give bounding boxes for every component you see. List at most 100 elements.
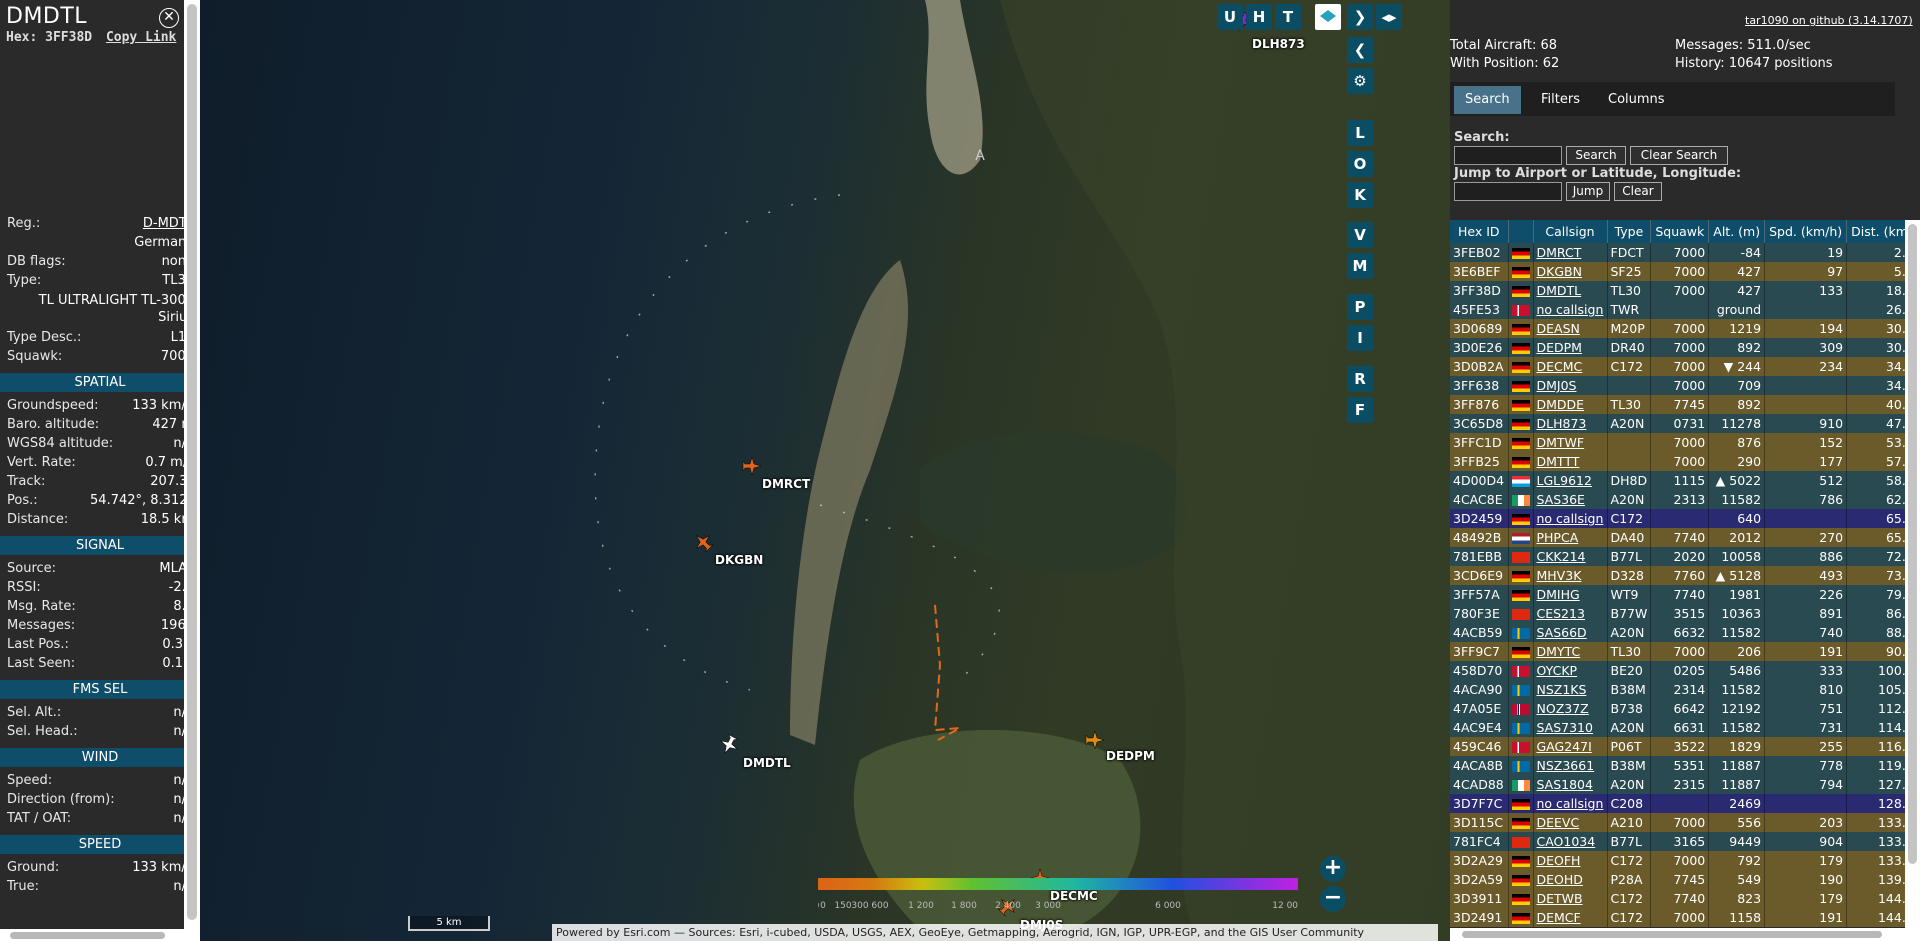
close-icon[interactable]: ✕	[159, 8, 179, 28]
table-row[interactable]: 3D3911DETWBC1727740823179144.3-16	[1450, 889, 1905, 908]
collapse-sidebar-icon[interactable]: ❯	[1347, 4, 1373, 30]
callsign-link[interactable]: DMTTT	[1533, 452, 1608, 471]
callsign-link[interactable]: DEASN	[1533, 319, 1608, 338]
table-row[interactable]: 3D2A29DEOFHC1727000792179133.8-9	[1450, 851, 1905, 870]
callsign-link[interactable]: no callsign	[1533, 300, 1608, 319]
table-row[interactable]: 3FF638DMJ0S700070934.3-4	[1450, 376, 1905, 395]
table-row[interactable]: 458D70OYCKPBE2002055486333100.1-15	[1450, 661, 1905, 680]
table-scroll-thumb[interactable]	[1908, 224, 1917, 864]
table-row[interactable]: 4ACA90NSZ1KSB38M231411582810105.9-2	[1450, 680, 1905, 699]
callsign-link[interactable]: SAS7310	[1533, 718, 1608, 737]
callsign-link[interactable]: DEOHD	[1533, 870, 1608, 889]
table-row[interactable]: 3FF38DDMDTLTL30700042713318.5-2	[1450, 281, 1905, 300]
button-k[interactable]: K	[1347, 182, 1373, 208]
zoom-in-button[interactable]: +	[1320, 856, 1346, 882]
table-row[interactable]: 3D2459no callsignC17264065.2-19	[1450, 509, 1905, 528]
callsign-link[interactable]: DLH873	[1533, 414, 1608, 433]
callsign-link[interactable]: LGL9612	[1533, 471, 1608, 490]
zoom-out-button[interactable]: −	[1320, 886, 1346, 912]
table-row[interactable]: 3C65D8DLH873A20N07311127891047.1-5	[1450, 414, 1905, 433]
callsign-link[interactable]: DMRCT	[1533, 243, 1608, 262]
aircraft-dkgbn-icon[interactable]	[690, 529, 715, 554]
callsign-link[interactable]: CAO1034	[1533, 832, 1608, 851]
clear-button[interactable]: Clear	[1614, 182, 1662, 201]
table-row[interactable]: 48492BPHPCADA407740201227065.8-16	[1450, 528, 1905, 547]
aircraft-dmdtl-icon[interactable]	[717, 733, 741, 757]
table-row[interactable]: 3D2491DEMCFC17270001158191144.7-15	[1450, 908, 1905, 927]
button-o[interactable]: O	[1347, 151, 1373, 177]
callsign-link[interactable]: DEMCF	[1533, 908, 1608, 927]
map-view[interactable]: A DMRCT DKGBN DMDTL DEDPM DECMC DMJ0S DL…	[200, 0, 1450, 941]
table-row[interactable]: 780F3ECES213B77W35151036389186.5-3	[1450, 604, 1905, 623]
table-row[interactable]: 3D0689DEASNM20P7000121919430.3-11	[1450, 319, 1905, 338]
table-row[interactable]: 4CAC8ESAS36EA20N23131158278662.2-3	[1450, 490, 1905, 509]
callsign-link[interactable]: DMDTL	[1533, 281, 1608, 300]
table-row[interactable]: 4ACA8BNSZ3661B38M535111887778119.4-11	[1450, 756, 1905, 775]
back-icon[interactable]: ❮	[1347, 37, 1373, 63]
sidebar-scroll-thumb[interactable]	[187, 4, 197, 920]
callsign-link[interactable]: MHV3K	[1533, 566, 1608, 585]
button-f[interactable]: F	[1347, 397, 1373, 423]
table-row[interactable]: 4ACB59SAS66DA20N66321158274088.1-8	[1450, 623, 1905, 642]
callsign-link[interactable]: PHPCA	[1533, 528, 1608, 547]
callsign-link[interactable]: no callsign	[1533, 794, 1608, 813]
callsign-link[interactable]: DMIHG	[1533, 585, 1608, 604]
column-header[interactable]: Type	[1607, 220, 1652, 243]
table-row[interactable]: 3FFB25DMTTT700029017757.0-17	[1450, 452, 1905, 471]
table-row[interactable]: 3D115CDEEVCA2107000556203133.0-17	[1450, 813, 1905, 832]
button-p[interactable]: P	[1347, 294, 1373, 320]
column-header[interactable]: Dist. (km)	[1846, 220, 1905, 243]
copy-link[interactable]: Copy Link	[106, 30, 176, 45]
table-row[interactable]: 3D7F7Cno callsignC2082469128.5-18	[1450, 794, 1905, 813]
callsign-link[interactable]: DEEVC	[1533, 813, 1608, 832]
table-row[interactable]: 3FF57ADMIHGWT97740198122679.1-12	[1450, 585, 1905, 604]
button-m[interactable]: M	[1347, 253, 1373, 279]
table-row[interactable]: 4AC9E4SAS7310A20N663111582731114.8-12	[1450, 718, 1905, 737]
table-row[interactable]: 459C46GAG247IP06T35221829255116.3-14	[1450, 737, 1905, 756]
layers-icon[interactable]	[1315, 4, 1341, 30]
callsign-link[interactable]: DEOFH	[1533, 851, 1608, 870]
table-row[interactable]: 3D0E26DEDPMDR40700089230930.8-7	[1450, 338, 1905, 357]
callsign-link[interactable]: SAS66D	[1533, 623, 1608, 642]
column-header[interactable]: Alt. (m)	[1708, 220, 1766, 243]
jump-button[interactable]: Jump	[1566, 182, 1610, 201]
callsign-link[interactable]: NSZ1KS	[1533, 680, 1608, 699]
callsign-link[interactable]: DETWB	[1533, 889, 1608, 908]
callsign-link[interactable]: CKK214	[1533, 547, 1608, 566]
table-row[interactable]: 3FFC1DDMTWF700087615253.0-13	[1450, 433, 1905, 452]
table-row[interactable]: 4D00D4LGL9612DH8D1115▲ 502251258.1-2	[1450, 471, 1905, 490]
table-row[interactable]: 3FF9C7DMYTCTL30700020619190.1-18	[1450, 642, 1905, 661]
callsign-link[interactable]: DECMC	[1533, 357, 1608, 376]
callsign-link[interactable]: DEDPM	[1533, 338, 1608, 357]
button-u[interactable]: U	[1217, 4, 1243, 30]
button-v[interactable]: V	[1347, 222, 1373, 248]
column-header[interactable]: Squawk	[1650, 220, 1710, 243]
jump-input[interactable]	[1454, 182, 1562, 201]
callsign-link[interactable]: SAS36E	[1533, 490, 1608, 509]
tab-filters[interactable]: Filters	[1530, 86, 1591, 114]
callsign-link[interactable]: NOZ37Z	[1533, 699, 1608, 718]
callsign-link[interactable]: SAS1804	[1533, 775, 1608, 794]
button-l[interactable]: L	[1347, 120, 1373, 146]
sidebar-hscroll-thumb[interactable]	[10, 932, 165, 939]
table-row[interactable]: 781EBBCKK214B77L20201005888672.8-3	[1450, 547, 1905, 566]
table-row[interactable]: 47A05ENOZ37ZB738664212192751112.0-14	[1450, 699, 1905, 718]
table-row[interactable]: 3FF876DMDDETL30774589240.9-5	[1450, 395, 1905, 414]
button-r[interactable]: R	[1347, 366, 1373, 392]
clear-search-button[interactable]: Clear Search	[1630, 146, 1728, 165]
callsign-link[interactable]: DKGBN	[1533, 262, 1608, 281]
tab-search[interactable]: Search	[1454, 86, 1521, 114]
callsign-link[interactable]: DMTWF	[1533, 433, 1608, 452]
expand-width-icon[interactable]: ◂▸	[1376, 4, 1402, 30]
table-row[interactable]: 3FEB02DMRCTFDCT7000-84192.0-15	[1450, 243, 1905, 262]
search-input[interactable]	[1454, 146, 1562, 165]
table-row[interactable]: 45FE53no callsignTWRground26.0-17	[1450, 300, 1905, 319]
settings-gear-icon[interactable]: ⚙	[1347, 68, 1373, 94]
map-attribution[interactable]: Powered by Esri.com — Sources: Esri, i-c…	[552, 924, 1438, 941]
column-header[interactable]: Spd. (km/h)	[1764, 220, 1848, 243]
table-row[interactable]: 3E6BEFDKGBNSF257000427975.0-1	[1450, 262, 1905, 281]
table-hscroll-thumb[interactable]	[1462, 931, 1882, 938]
callsign-link[interactable]: NSZ3661	[1533, 756, 1608, 775]
table-row[interactable]: 3D0B2ADECMCC1727000▼ 24423434.1-9	[1450, 357, 1905, 376]
aircraft-dmrct-icon[interactable]	[742, 456, 762, 476]
